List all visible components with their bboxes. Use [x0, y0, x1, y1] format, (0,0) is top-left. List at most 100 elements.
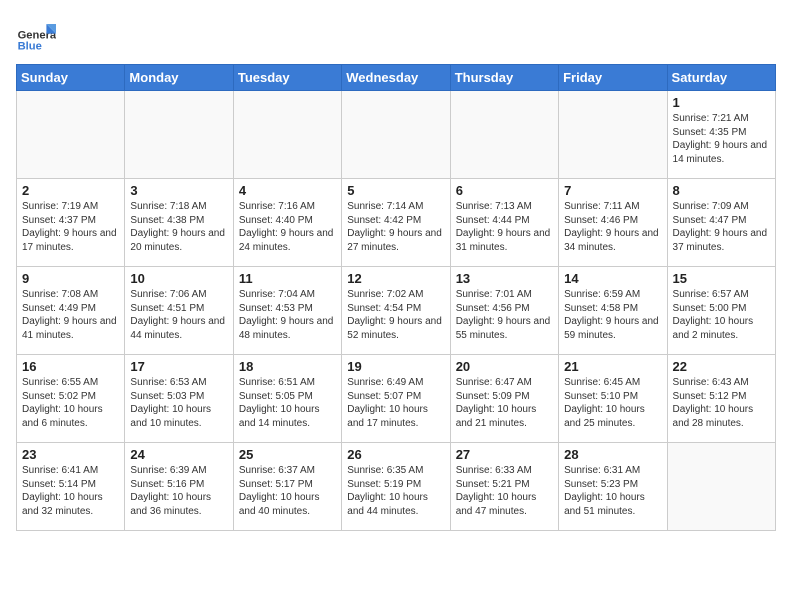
day-info: Sunrise: 6:33 AM Sunset: 5:21 PM Dayligh…	[456, 464, 553, 518]
day-cell	[125, 91, 233, 179]
day-cell: 27Sunrise: 6:33 AM Sunset: 5:21 PM Dayli…	[450, 443, 558, 531]
day-number: 10	[130, 271, 227, 286]
day-info: Sunrise: 7:14 AM Sunset: 4:42 PM Dayligh…	[347, 200, 444, 254]
day-cell: 7 Sunrise: 7:11 AM Sunset: 4:46 PM Daylig…	[559, 179, 667, 267]
day-number: 25	[239, 447, 336, 462]
weekday-header-saturday: Saturday	[667, 65, 775, 91]
day-cell: 18 Sunrise: 6:51 AM Sunset: 5:05 PM Dayli…	[233, 355, 341, 443]
day-cell	[559, 91, 667, 179]
day-info: Sunrise: 7:11 AM Sunset: 4:46 PM Dayligh…	[564, 200, 661, 254]
day-info: Sunrise: 7:19 AM Sunset: 4:37 PM Dayligh…	[22, 200, 119, 254]
day-number: 26	[347, 447, 444, 462]
day-number: 7	[564, 183, 661, 198]
week-row-1: 1 Sunrise: 7:21 AM Sunset: 4:35 PM Daylig…	[17, 91, 776, 179]
day-info: Sunrise: 6:31 AM Sunset: 5:23 PM Dayligh…	[564, 464, 661, 518]
day-info: Sunrise: 6:45 AM Sunset: 5:10 PM Dayligh…	[564, 376, 661, 430]
day-info: Sunrise: 6:59 AM Sunset: 4:58 PM Dayligh…	[564, 288, 661, 342]
day-info: Sunrise: 6:39 AM Sunset: 5:16 PM Dayligh…	[130, 464, 227, 518]
day-cell: 28 Sunrise: 6:31 AM Sunset: 5:23 PM Dayli…	[559, 443, 667, 531]
day-number: 11	[239, 271, 336, 286]
day-cell: 20 Sunrise: 6:47 AM Sunset: 5:09 PM Dayli…	[450, 355, 558, 443]
day-info: Sunrise: 6:57 AM Sunset: 5:00 PM Dayligh…	[673, 288, 770, 342]
day-cell: 25 Sunrise: 6:37 AM Sunset: 5:17 PM Dayli…	[233, 443, 341, 531]
weekday-header-row: SundayMondayTuesdayWednesdayThursdayFrid…	[17, 65, 776, 91]
weekday-header-wednesday: Wednesday	[342, 65, 450, 91]
day-cell	[450, 91, 558, 179]
day-info: Sunrise: 6:43 AM Sunset: 5:12 PM Dayligh…	[673, 376, 770, 430]
day-info: Sunrise: 7:04 AM Sunset: 4:53 PM Dayligh…	[239, 288, 336, 342]
day-info: Sunrise: 7:01 AM Sunset: 4:56 PM Dayligh…	[456, 288, 553, 342]
day-number: 15	[673, 271, 770, 286]
day-number: 28	[564, 447, 661, 462]
day-cell	[342, 91, 450, 179]
day-number: 13	[456, 271, 553, 286]
day-number: 5	[347, 183, 444, 198]
svg-text:Blue: Blue	[18, 41, 42, 53]
day-number: 8	[673, 183, 770, 198]
day-cell: 24 Sunrise: 6:39 AM Sunset: 5:16 PM Dayli…	[125, 443, 233, 531]
weekday-header-monday: Monday	[125, 65, 233, 91]
day-number: 12	[347, 271, 444, 286]
day-number: 24	[130, 447, 227, 462]
day-number: 1	[673, 95, 770, 110]
day-info: Sunrise: 6:53 AM Sunset: 5:03 PM Dayligh…	[130, 376, 227, 430]
day-number: 3	[130, 183, 227, 198]
weekday-header-tuesday: Tuesday	[233, 65, 341, 91]
logo: General Blue	[16, 16, 56, 56]
day-info: Sunrise: 7:18 AM Sunset: 4:38 PM Dayligh…	[130, 200, 227, 254]
day-number: 23	[22, 447, 119, 462]
day-cell: 21 Sunrise: 6:45 AM Sunset: 5:10 PM Dayli…	[559, 355, 667, 443]
day-cell: 3 Sunrise: 7:18 AM Sunset: 4:38 PM Daylig…	[125, 179, 233, 267]
weekday-header-thursday: Thursday	[450, 65, 558, 91]
day-number: 17	[130, 359, 227, 374]
day-cell	[17, 91, 125, 179]
day-number: 2	[22, 183, 119, 198]
day-number: 18	[239, 359, 336, 374]
day-cell: 15 Sunrise: 6:57 AM Sunset: 5:00 PM Dayli…	[667, 267, 775, 355]
weekday-header-sunday: Sunday	[17, 65, 125, 91]
day-cell	[667, 443, 775, 531]
day-cell: 17 Sunrise: 6:53 AM Sunset: 5:03 PM Dayli…	[125, 355, 233, 443]
day-info: Sunrise: 7:06 AM Sunset: 4:51 PM Dayligh…	[130, 288, 227, 342]
day-cell: 9 Sunrise: 7:08 AM Sunset: 4:49 PM Daylig…	[17, 267, 125, 355]
day-cell: 4 Sunrise: 7:16 AM Sunset: 4:40 PM Daylig…	[233, 179, 341, 267]
header: General Blue	[16, 16, 776, 56]
day-info: Sunrise: 6:55 AM Sunset: 5:02 PM Dayligh…	[22, 376, 119, 430]
day-info: Sunrise: 7:02 AM Sunset: 4:54 PM Dayligh…	[347, 288, 444, 342]
day-info: Sunrise: 6:47 AM Sunset: 5:09 PM Dayligh…	[456, 376, 553, 430]
day-info: Sunrise: 7:13 AM Sunset: 4:44 PM Dayligh…	[456, 200, 553, 254]
day-number: 14	[564, 271, 661, 286]
day-info: Sunrise: 6:49 AM Sunset: 5:07 PM Dayligh…	[347, 376, 444, 430]
week-row-5: 23 Sunrise: 6:41 AM Sunset: 5:14 PM Dayli…	[17, 443, 776, 531]
day-cell	[233, 91, 341, 179]
day-number: 16	[22, 359, 119, 374]
day-cell: 10 Sunrise: 7:06 AM Sunset: 4:51 PM Dayli…	[125, 267, 233, 355]
day-info: Sunrise: 7:09 AM Sunset: 4:47 PM Dayligh…	[673, 200, 770, 254]
day-number: 22	[673, 359, 770, 374]
day-info: Sunrise: 6:51 AM Sunset: 5:05 PM Dayligh…	[239, 376, 336, 430]
day-info: Sunrise: 7:21 AM Sunset: 4:35 PM Dayligh…	[673, 112, 770, 166]
day-cell: 5 Sunrise: 7:14 AM Sunset: 4:42 PM Daylig…	[342, 179, 450, 267]
day-cell: 14 Sunrise: 6:59 AM Sunset: 4:58 PM Dayli…	[559, 267, 667, 355]
day-number: 9	[22, 271, 119, 286]
day-cell: 22 Sunrise: 6:43 AM Sunset: 5:12 PM Dayli…	[667, 355, 775, 443]
day-info: Sunrise: 6:41 AM Sunset: 5:14 PM Dayligh…	[22, 464, 119, 518]
day-cell: 2 Sunrise: 7:19 AM Sunset: 4:37 PM Daylig…	[17, 179, 125, 267]
calendar: SundayMondayTuesdayWednesdayThursdayFrid…	[16, 64, 776, 531]
day-cell: 6 Sunrise: 7:13 AM Sunset: 4:44 PM Daylig…	[450, 179, 558, 267]
day-info: Sunrise: 6:35 AM Sunset: 5:19 PM Dayligh…	[347, 464, 444, 518]
day-info: Sunrise: 6:37 AM Sunset: 5:17 PM Dayligh…	[239, 464, 336, 518]
week-row-4: 16 Sunrise: 6:55 AM Sunset: 5:02 PM Dayli…	[17, 355, 776, 443]
week-row-2: 2 Sunrise: 7:19 AM Sunset: 4:37 PM Daylig…	[17, 179, 776, 267]
day-cell: 13 Sunrise: 7:01 AM Sunset: 4:56 PM Dayli…	[450, 267, 558, 355]
day-number: 20	[456, 359, 553, 374]
day-info: Sunrise: 7:08 AM Sunset: 4:49 PM Dayligh…	[22, 288, 119, 342]
day-info: Sunrise: 7:16 AM Sunset: 4:40 PM Dayligh…	[239, 200, 336, 254]
day-cell: 23 Sunrise: 6:41 AM Sunset: 5:14 PM Dayli…	[17, 443, 125, 531]
day-number: 6	[456, 183, 553, 198]
day-cell: 26 Sunrise: 6:35 AM Sunset: 5:19 PM Dayli…	[342, 443, 450, 531]
day-cell: 8 Sunrise: 7:09 AM Sunset: 4:47 PM Daylig…	[667, 179, 775, 267]
day-number: 21	[564, 359, 661, 374]
day-number: 4	[239, 183, 336, 198]
day-cell: 1 Sunrise: 7:21 AM Sunset: 4:35 PM Daylig…	[667, 91, 775, 179]
